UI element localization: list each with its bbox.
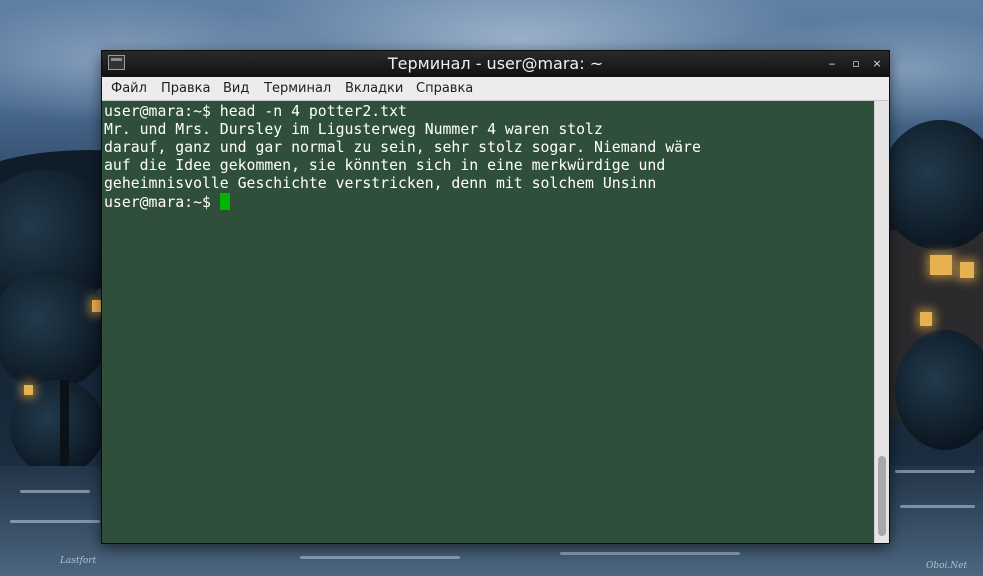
terminal-window: Терминал - user@mara: ~ ‒ ▫ × Файл Правк… <box>102 51 889 543</box>
maximize-button[interactable]: ▫ <box>848 56 864 72</box>
text-cursor <box>219 193 230 210</box>
terminal-prompt: user@mara:~$ <box>104 194 220 211</box>
menu-file[interactable]: Файл <box>111 81 147 97</box>
wallpaper-lit-window <box>960 262 974 278</box>
window-title: Терминал - user@mara: ~ <box>387 54 604 73</box>
terminal-line: auf die Idee gekommen, sie könnten sich … <box>104 157 666 174</box>
terminal-prompt-line[interactable]: user@mara:~$ <box>104 193 230 211</box>
menu-help[interactable]: Справка <box>416 81 473 97</box>
wallpaper-lit-window <box>920 312 932 326</box>
terminal-line: user@mara:~$ head -n 4 potter2.txt <box>104 103 407 120</box>
terminal-output[interactable]: user@mara:~$ head -n 4 potter2.txt Mr. u… <box>102 101 874 543</box>
vertical-scrollbar[interactable] <box>874 101 889 543</box>
wallpaper-lit-window <box>930 255 952 275</box>
wallpaper-watermark-right: Oboi.Net <box>926 561 968 571</box>
wallpaper-watermark-left: Lastfort <box>60 556 97 566</box>
wallpaper-lit-window <box>92 300 102 312</box>
wallpaper-puddle <box>300 556 460 559</box>
wallpaper-tree <box>0 270 110 390</box>
terminal-line: Mr. und Mrs. Dursley im Ligusterweg Numm… <box>104 121 603 138</box>
terminal-line: geheimnisvolle Geschichte verstricken, d… <box>104 175 657 192</box>
wallpaper-puddle <box>10 520 100 523</box>
wallpaper-puddle <box>895 470 975 473</box>
menu-tabs[interactable]: Вкладки <box>345 81 403 97</box>
wallpaper-tree <box>895 330 983 450</box>
wallpaper-puddle <box>560 552 740 555</box>
menu-bar: Файл Правка Вид Терминал Вкладки Справка <box>102 77 889 101</box>
menu-edit[interactable]: Правка <box>161 81 210 97</box>
menu-terminal[interactable]: Терминал <box>264 81 331 97</box>
window-titlebar[interactable]: Терминал - user@mara: ~ ‒ ▫ × <box>102 51 889 77</box>
menu-view[interactable]: Вид <box>223 81 249 97</box>
minimize-button[interactable]: ‒ <box>824 56 840 72</box>
close-button[interactable]: × <box>869 56 885 72</box>
scrollbar-thumb[interactable] <box>878 456 886 536</box>
wallpaper-puddle <box>900 505 975 508</box>
terminal-line: darauf, ganz und gar normal zu sein, seh… <box>104 139 701 156</box>
wallpaper-puddle <box>20 490 90 493</box>
wallpaper-lit-window <box>24 385 33 395</box>
